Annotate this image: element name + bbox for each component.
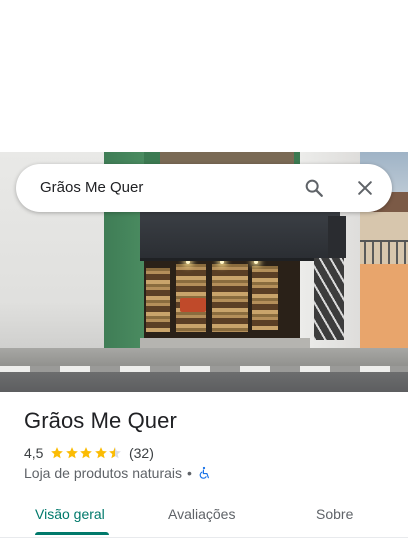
review-count[interactable]: (32) xyxy=(129,445,154,461)
wheelchair-icon xyxy=(199,466,209,479)
rating-value: 4,5 xyxy=(24,445,44,461)
close-icon xyxy=(358,181,372,195)
photo-shelf xyxy=(146,268,170,332)
photo-orange-wall xyxy=(360,264,408,352)
photo-awning xyxy=(140,212,340,261)
tab-reviews[interactable]: Avaliações xyxy=(168,506,235,522)
rating-row[interactable]: 4,5 (32) xyxy=(24,444,154,462)
star-icon xyxy=(51,447,64,459)
photo-shelf xyxy=(212,264,248,332)
place-tabs: Visão geral Avaliações Sobre xyxy=(0,494,408,536)
star-icon xyxy=(80,447,93,459)
star-icon xyxy=(109,447,122,459)
search-button[interactable] xyxy=(298,172,330,204)
photo-produce xyxy=(180,298,206,312)
photo-store-sign xyxy=(160,152,294,164)
separator-dot: • xyxy=(187,465,192,481)
photo-railing xyxy=(356,240,408,266)
place-category: Loja de produtos naturais xyxy=(24,465,182,481)
search-icon xyxy=(305,179,323,197)
photo-gate xyxy=(314,258,344,340)
tabs-divider xyxy=(0,537,408,538)
star-icon xyxy=(66,447,78,459)
tab-overview[interactable]: Visão geral xyxy=(35,506,105,522)
photo-street xyxy=(0,372,408,392)
star-rating xyxy=(50,446,123,460)
active-tab-indicator xyxy=(35,532,109,535)
photo-awning-side xyxy=(328,216,346,258)
search-bar[interactable]: Grãos Me Quer xyxy=(16,164,392,212)
photo-shelf xyxy=(252,266,278,330)
close-button[interactable] xyxy=(349,172,381,204)
blank-top-area xyxy=(0,0,408,152)
tab-about[interactable]: Sobre xyxy=(316,506,353,522)
place-title: Grãos Me Quer xyxy=(24,408,177,433)
search-input[interactable]: Grãos Me Quer xyxy=(40,164,143,212)
category-row: Loja de produtos naturais • xyxy=(24,464,211,482)
photo-sidewalk xyxy=(0,348,408,368)
star-icon xyxy=(95,447,107,459)
